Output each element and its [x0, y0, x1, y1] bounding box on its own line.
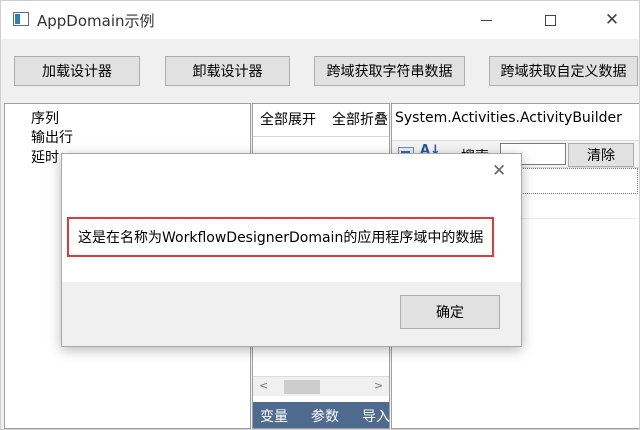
- scrollbar-thumb[interactable]: [284, 380, 320, 394]
- horizontal-scrollbar[interactable]: < >: [253, 376, 389, 396]
- close-window-button[interactable]: ✕: [589, 1, 635, 39]
- ok-button[interactable]: 确定: [400, 295, 500, 329]
- get-custom-data-button[interactable]: 跨域获取自定义数据: [489, 56, 638, 86]
- unload-designer-button[interactable]: 卸载设计器: [165, 56, 290, 86]
- app-window: AppDomain示例 ✕ 加载设计器 卸载设计器 跨域获取字符串数据 跨域获取…: [0, 0, 640, 430]
- message-dialog: ✕ 这是在名称为WorkflowDesignerDomain的应用程序域中的数据…: [61, 153, 522, 347]
- dialog-footer: 确定: [62, 282, 521, 346]
- maximize-button[interactable]: [527, 1, 573, 39]
- minimize-button[interactable]: [463, 1, 509, 39]
- window-title: AppDomain示例: [37, 12, 155, 30]
- properties-title: System.Activities.ActivityBuilder: [395, 110, 622, 126]
- maximize-icon: [544, 14, 556, 26]
- toolbox-item-delay[interactable]: 延时: [31, 147, 59, 167]
- toolbox-item-sequence[interactable]: 序列: [31, 108, 59, 128]
- tab-variables[interactable]: 变量: [260, 406, 288, 426]
- app-window-icon: [13, 12, 29, 26]
- title-bar[interactable]: AppDomain示例 ✕: [1, 1, 639, 39]
- collapse-all-link[interactable]: 全部折叠: [332, 109, 390, 129]
- designer-tab-bar: 变量 参数 导入: [253, 402, 390, 428]
- dialog-close-icon[interactable]: ✕: [492, 163, 506, 180]
- expand-all-link[interactable]: 全部展开: [260, 109, 316, 129]
- tab-arguments[interactable]: 参数: [311, 406, 339, 426]
- scroll-right-icon[interactable]: >: [374, 379, 383, 392]
- dialog-message: 这是在名称为WorkflowDesignerDomain的应用程序域中的数据: [67, 217, 494, 257]
- toolbox-item-writeline[interactable]: 输出行: [31, 127, 73, 147]
- clear-button[interactable]: 清除: [568, 143, 634, 167]
- close-icon: ✕: [604, 9, 620, 30]
- tab-imports[interactable]: 导入: [362, 406, 390, 426]
- minimize-icon: [480, 19, 492, 21]
- scroll-left-icon[interactable]: <: [259, 379, 268, 392]
- get-string-data-button[interactable]: 跨域获取字符串数据: [314, 56, 465, 86]
- load-designer-button[interactable]: 加载设计器: [14, 56, 140, 86]
